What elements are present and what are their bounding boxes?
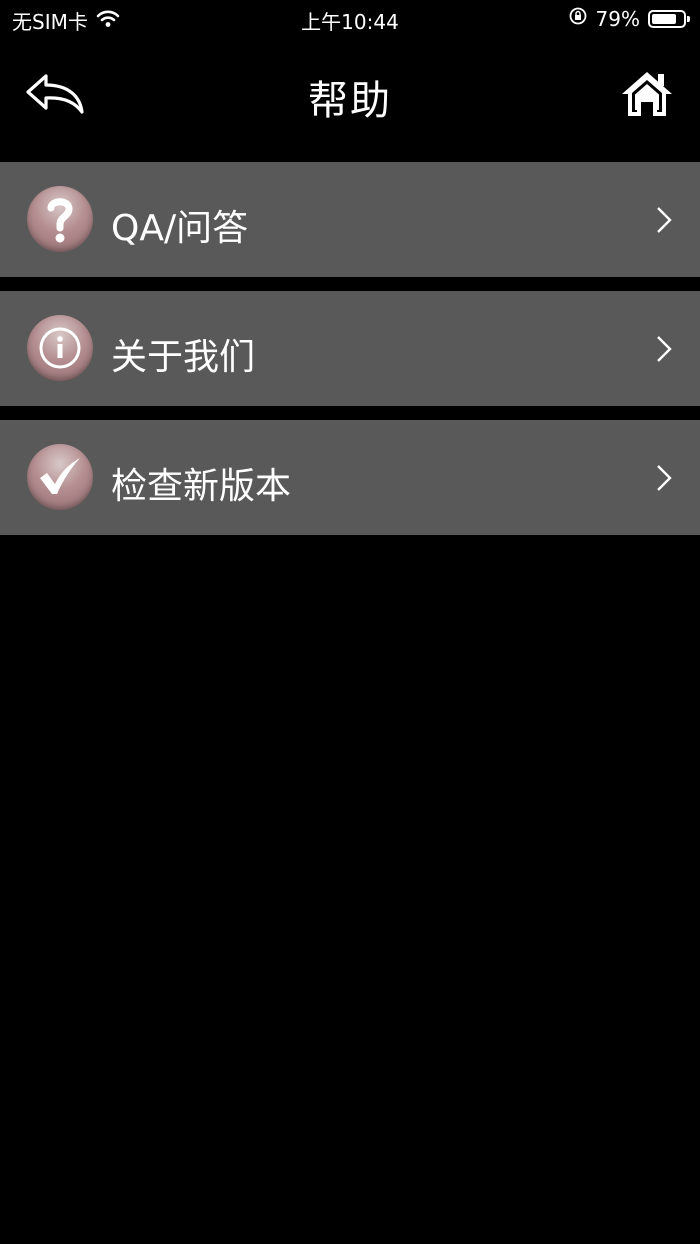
battery-fill: [652, 13, 676, 24]
battery-nub: [687, 15, 690, 22]
chevron-right-icon: [654, 205, 674, 235]
navigation-bar: 帮助: [0, 36, 700, 152]
rotation-lock-icon: [568, 6, 588, 31]
menu-item-label: 关于我们: [111, 337, 256, 378]
checkmark-icon: [27, 444, 93, 510]
menu-item-about-us[interactable]: 关于我们: [0, 291, 700, 406]
menu-item-check-update[interactable]: 检查新版本: [0, 420, 700, 535]
page-title: 帮助: [308, 78, 392, 124]
battery-icon: [648, 9, 690, 28]
menu-item-label: QA/问答: [111, 208, 249, 249]
status-right: 79%: [568, 6, 690, 31]
chevron-right-icon: [654, 463, 674, 493]
menu-item-qa[interactable]: QA/问答: [0, 162, 700, 277]
status-bar: 无SIM卡 上午10:44 79%: [0, 0, 700, 36]
menu-item-label: 检查新版本: [111, 466, 292, 507]
info-icon: [27, 315, 93, 381]
chevron-right-icon: [654, 334, 674, 364]
help-menu-list: QA/问答 关于我们 检查新版本: [0, 162, 700, 549]
home-icon[interactable]: [620, 70, 674, 118]
battery-percent: 79%: [595, 6, 640, 31]
question-icon: [27, 186, 93, 252]
